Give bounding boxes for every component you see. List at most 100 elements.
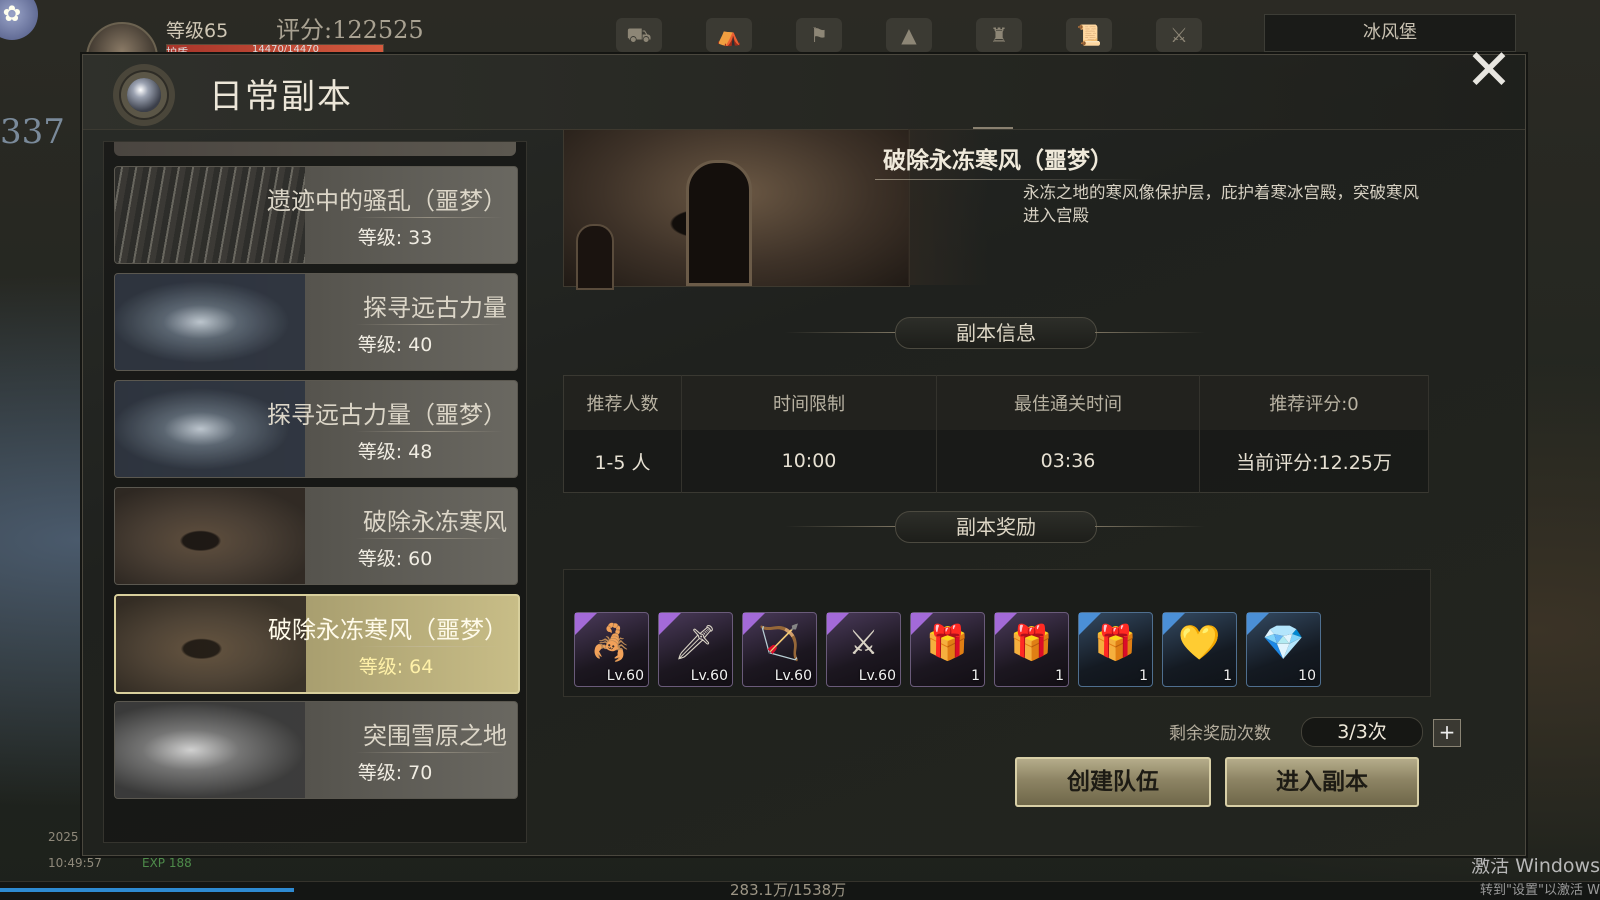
dungeon-list[interactable]: 遗迹中的骚乱（噩梦） 等级: 33 探寻远古力量 等级: 40 探寻远古力量（噩梦） 等级…: [103, 141, 527, 843]
value-time-limit: 10:00: [681, 430, 937, 493]
reward-item[interactable]: 💛 1: [1162, 612, 1237, 687]
reward-label: 1: [1139, 668, 1148, 684]
banner-castle-gate: [686, 160, 752, 286]
dungeon-level: 等级: 64: [358, 656, 434, 678]
dungeon-detail-title: 破除永冻寒风（噩梦）: [883, 148, 1113, 174]
dungeon-thumbnail: [115, 274, 305, 370]
hud-date: 2025: [48, 830, 79, 844]
exp-progress-text: 283.1万/1538万: [730, 881, 847, 899]
dungeon-banner-image: [563, 129, 910, 290]
dungeon-level: 等级: 70: [357, 762, 433, 784]
dungeon-info-table: 推荐人数 时间限制 最佳通关时间 推荐评分:0 1-5 人 10:00 03:3…: [563, 375, 1429, 493]
dungeon-card[interactable]: 遗迹中的骚乱（噩梦） 等级: 33: [114, 166, 518, 264]
reward-item[interactable]: 🎁 1: [1078, 612, 1153, 687]
close-icon[interactable]: ✕: [1463, 43, 1515, 99]
castle-icon[interactable]: ♜: [976, 18, 1022, 52]
tent-icon[interactable]: ▲: [886, 18, 932, 52]
remaining-rewards-label: 剩余奖励次数: [1169, 724, 1271, 744]
reward-label: 10: [1298, 668, 1316, 684]
dungeon-card[interactable]: 破除永冻寒风等级: 60: [114, 487, 518, 585]
dungeon-name: 遗迹中的骚乱（噩梦）: [267, 187, 507, 215]
dungeon-level: 等级: 40: [357, 334, 433, 356]
info-section-header: 副本信息: [785, 317, 1205, 351]
sword-icon[interactable]: ⚔: [1156, 18, 1202, 52]
dungeon-card[interactable]: 破除永冻寒风（噩梦） 等级: 64: [114, 594, 520, 694]
add-reward-count-button[interactable]: +: [1433, 719, 1461, 747]
rewards-section-header: 副本奖励: [785, 511, 1205, 545]
camp-icon[interactable]: ⛺: [706, 18, 752, 52]
title-ornament: [973, 127, 1013, 139]
crystal-icon: 💎: [1262, 623, 1305, 663]
reward-item[interactable]: 🎁 1: [910, 612, 985, 687]
hud-clock: 10:49:57: [48, 856, 102, 870]
dungeon-level: 等级: 33: [357, 227, 433, 249]
exp-bar-fill: [0, 888, 295, 892]
reward-item[interactable]: 🎁 1: [994, 612, 1069, 687]
combat-power-fragment: 337: [0, 112, 65, 152]
dungeon-card[interactable]: 探寻远古力量（噩梦） 等级: 48: [114, 380, 518, 478]
dungeon-card[interactable]: 探寻远古力量等级: 40: [114, 273, 518, 371]
hud-menu-icons: ⛟ ⛺ ⚑ ▲ ♜ 📜 ⚔: [616, 18, 1202, 52]
rewards-section-title: 副本奖励: [895, 511, 1097, 543]
section-line-right: [1095, 526, 1205, 527]
reward-item[interactable]: ⚔ Lv.60: [826, 612, 901, 687]
daily-dungeon-dialog: 日常副本 ✕ 遗迹中的骚乱（噩梦） 等级: 33 探寻远古力量 等级: 40 探寻远古力…: [82, 43, 1526, 856]
dungeon-description: 永冻之地的寒风像保护层，庇护着寒冰宫殿，突破寒风进入宫殿: [1023, 183, 1419, 225]
crossbow-icon: 🏹: [758, 623, 801, 663]
reward-item[interactable]: 💎 10: [1246, 612, 1321, 687]
windows-activation-hint: 转到"设置"以激活 W: [1480, 883, 1600, 898]
dungeon-name: 探寻远古力量: [363, 294, 507, 322]
dungeon-level: 等级: 48: [357, 441, 433, 463]
reward-row: 🦂 Lv.60 🗡 Lv.60 🏹 Lv.60 ⚔ Lv.60 🎁 1 🎁 1 🎁 1 💛 1 💎 10: [574, 612, 1321, 687]
enter-dungeon-button[interactable]: 进入副本: [1225, 757, 1419, 807]
header-best-clear-time: 最佳通关时间: [936, 375, 1200, 430]
dungeon-card[interactable]: 突围雪原之地等级: 70: [114, 701, 518, 799]
player-score: 评分:122525: [276, 16, 424, 44]
hud-exp-label: EXP 188: [142, 856, 192, 870]
player-level: 等级65: [166, 20, 229, 42]
dungeon-level: 等级: 60: [357, 548, 433, 570]
value-best-clear-time: 03:36: [936, 430, 1200, 493]
card-divider: [355, 431, 503, 432]
reward-label: 1: [1055, 668, 1064, 684]
remaining-rewards-value: 3/3次: [1301, 717, 1423, 747]
reward-label: Lv.60: [690, 668, 728, 684]
dungeon-name: 破除永冻寒风: [363, 508, 507, 536]
dialog-header: 日常副本: [83, 55, 1525, 130]
spear-icon: 🗡: [673, 623, 718, 663]
blade-icon: ⚔: [848, 623, 879, 663]
card-divider: [355, 324, 503, 325]
section-line-left: [785, 332, 895, 333]
reward-label: 1: [1223, 668, 1232, 684]
game-logo-icon[interactable]: ✿: [0, 0, 38, 40]
purple-chest-icon: 🎁: [1094, 623, 1137, 663]
dungeon-name: 破除永冻寒风（噩梦）: [268, 616, 508, 644]
card-divider: [355, 538, 503, 539]
rewards-box: 🦂 Lv.60 🗡 Lv.60 🏹 Lv.60 ⚔ Lv.60 🎁 1 🎁 1 🎁 1 💛 1 💎 10: [563, 569, 1431, 697]
reward-item[interactable]: 🦂 Lv.60: [574, 612, 649, 687]
reward-item[interactable]: 🗡 Lv.60: [658, 612, 733, 687]
title-underline: [875, 179, 1145, 180]
reward-item[interactable]: 🏹 Lv.60: [742, 612, 817, 687]
value-party-size: 1-5 人: [563, 430, 682, 493]
list-item-partial: [114, 142, 516, 156]
dungeon-thumbnail: [115, 488, 305, 584]
reward-label: Lv.60: [858, 668, 896, 684]
dialog-title: 日常副本: [209, 77, 353, 117]
purple-chest-icon: 🎁: [1010, 623, 1053, 663]
hud-top-bar: ✿ 等级65 评分:122525 护盾 14470/14470 ⛟ ⛺ ⚑ ▲ …: [0, 0, 1600, 94]
reward-label: Lv.60: [774, 668, 812, 684]
purple-chest-icon: 🎁: [926, 623, 969, 663]
gold-ore-icon: 💛: [1178, 623, 1221, 663]
create-team-button[interactable]: 创建队伍: [1015, 757, 1211, 807]
header-party-size: 推荐人数: [563, 375, 682, 430]
card-divider: [355, 752, 503, 753]
scroll-icon[interactable]: 📜: [1066, 18, 1112, 52]
section-line-right: [1095, 332, 1205, 333]
header-time-limit: 时间限制: [681, 375, 937, 430]
info-section-title: 副本信息: [895, 317, 1097, 349]
reward-label: Lv.60: [606, 668, 644, 684]
tank-icon[interactable]: ⛟: [616, 18, 662, 52]
guild-icon[interactable]: ⚑: [796, 18, 842, 52]
dungeon-name: 突围雪原之地: [363, 722, 507, 750]
